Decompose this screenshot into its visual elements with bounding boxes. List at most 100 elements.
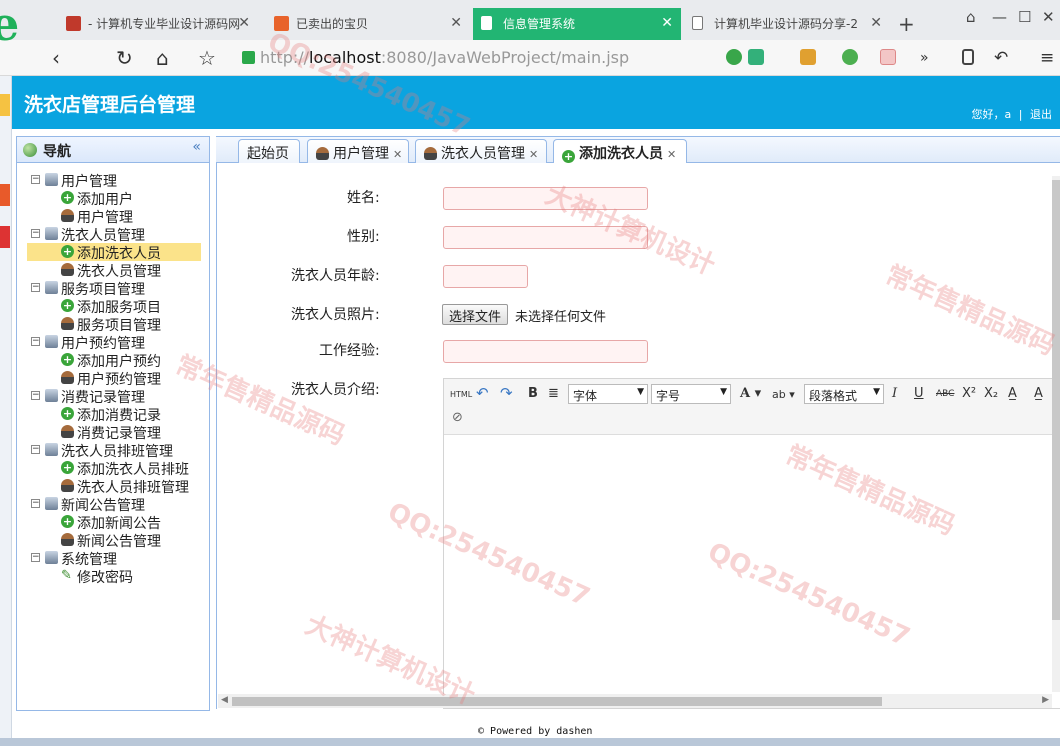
bold-icon[interactable]: B (528, 386, 538, 401)
close-icon[interactable]: ✕ (661, 15, 673, 31)
clear-format-icon[interactable]: ≣ (548, 386, 559, 401)
superscript-icon[interactable]: X² (962, 386, 976, 401)
browser-tab-1[interactable]: - 计算机专业毕业设计源码网 ✕ (58, 8, 258, 40)
apps-icon[interactable] (800, 49, 816, 65)
nav-item[interactable]: + 添加洗衣人员排班 (17, 459, 209, 478)
vertical-scrollbar[interactable] (1052, 176, 1060, 692)
sidebar-app-icon[interactable] (0, 226, 10, 248)
nav-item[interactable]: 洗衣人员管理 (17, 261, 209, 280)
collapse-toggle-icon[interactable]: − (31, 553, 40, 562)
more-icon[interactable]: » (920, 50, 929, 66)
collapse-toggle-icon[interactable]: − (31, 337, 40, 346)
scrollbar-thumb[interactable] (1052, 180, 1060, 620)
link-icon[interactable]: ⊘ (452, 410, 463, 425)
nav-item[interactable]: + 添加新闻公告 (17, 513, 209, 532)
nav-group[interactable]: − 用户管理 (17, 171, 209, 190)
sidebar-app-icon[interactable] (0, 94, 10, 116)
italic-icon[interactable]: I (892, 386, 897, 401)
nav-item[interactable]: + 添加用户 (17, 189, 209, 208)
logout-link[interactable]: 退出 (1030, 108, 1052, 121)
collapse-toggle-icon[interactable]: − (31, 175, 40, 184)
tab-home[interactable]: 起始页 (238, 139, 300, 164)
redo-icon[interactable]: ↷ (500, 384, 513, 402)
lightning-icon[interactable] (748, 49, 764, 65)
collapse-toggle-icon[interactable]: − (31, 499, 40, 508)
nav-item[interactable]: + 添加消费记录 (17, 405, 209, 424)
collapse-toggle-icon[interactable]: − (31, 445, 40, 454)
close-icon[interactable]: ✕ (238, 15, 250, 31)
skin-icon[interactable]: ⌂ (966, 8, 976, 26)
tab-add-washer[interactable]: + 添加洗衣人员 ✕ (553, 139, 687, 165)
name-input[interactable] (443, 187, 648, 210)
scroll-left-icon[interactable]: ◀ (221, 695, 228, 705)
nav-item[interactable]: 消费记录管理 (17, 423, 209, 442)
extension-icon[interactable] (726, 49, 742, 65)
nav-item-label: 添加洗衣人员排班 (77, 462, 189, 478)
nav-item[interactable]: 服务项目管理 (17, 315, 209, 334)
url-input[interactable]: http://localhost:8080/JavaWebProject/mai… (236, 45, 716, 71)
font-select[interactable]: 字体 ▼ (568, 384, 648, 404)
strikethrough-icon[interactable]: ABC (936, 389, 954, 399)
translate-icon[interactable] (880, 49, 896, 65)
tab-washer-mgmt[interactable]: 洗衣人员管理 ✕ (415, 139, 547, 164)
tab-user-mgmt[interactable]: 用户管理 ✕ (307, 139, 409, 164)
nav-item[interactable]: 新闻公告管理 (17, 531, 209, 550)
size-select[interactable]: 字号 ▼ (651, 384, 731, 404)
experience-input[interactable] (443, 340, 648, 363)
nav-group[interactable]: − 服务项目管理 (17, 279, 209, 298)
home-icon[interactable]: ⌂ (156, 46, 169, 70)
nav-group[interactable]: − 洗衣人员排班管理 (17, 441, 209, 460)
sex-input[interactable] (443, 226, 648, 249)
nav-item[interactable]: + 添加洗衣人员 (27, 243, 201, 262)
nav-group[interactable]: − 系统管理 (17, 549, 209, 568)
undo-icon[interactable]: ↶ (476, 384, 489, 402)
choose-file-button[interactable]: 选择文件 (442, 304, 509, 325)
nav-item[interactable]: 用户管理 (17, 207, 209, 226)
font-size-up-icon[interactable]: A̲ (1008, 386, 1017, 401)
undo-icon[interactable]: ↶ (994, 48, 1008, 68)
nav-item[interactable]: ✎ 修改密码 (17, 567, 209, 586)
menu-icon[interactable]: ≡ (1040, 48, 1054, 68)
html-source-icon[interactable]: HTML (450, 390, 472, 399)
underline-icon[interactable]: U (914, 386, 924, 401)
tablet-icon[interactable] (962, 49, 974, 65)
window-close-icon[interactable]: ✕ (1042, 8, 1055, 26)
nav-item[interactable]: 洗衣人员排班管理 (17, 477, 209, 496)
nav-group[interactable]: − 消费记录管理 (17, 387, 209, 406)
nav-group[interactable]: − 用户预约管理 (17, 333, 209, 352)
close-icon[interactable]: ✕ (667, 148, 676, 161)
browser-tab-2[interactable]: 已卖出的宝贝 ✕ (266, 8, 470, 40)
browser-tab-active[interactable]: 信息管理系统 ✕ (473, 8, 681, 40)
font-size-down-icon[interactable]: A̲ (1034, 386, 1043, 401)
security-icon[interactable] (842, 49, 858, 65)
nav-group[interactable]: − 新闻公告管理 (17, 495, 209, 514)
collapse-icon[interactable]: « (192, 139, 201, 155)
back-icon[interactable]: ‹ (52, 46, 60, 70)
nav-group[interactable]: − 洗衣人员管理 (17, 225, 209, 244)
nav-item[interactable]: 用户预约管理 (17, 369, 209, 388)
minimize-icon[interactable]: — (992, 8, 1007, 26)
close-icon[interactable]: ✕ (450, 15, 462, 31)
scroll-right-icon[interactable]: ▶ (1042, 695, 1049, 705)
close-icon[interactable]: ✕ (393, 148, 402, 161)
collapse-toggle-icon[interactable]: − (31, 283, 40, 292)
collapse-toggle-icon[interactable]: − (31, 391, 40, 400)
age-input[interactable] (443, 265, 528, 288)
nav-item[interactable]: + 添加用户预约 (17, 351, 209, 370)
nav-item[interactable]: + 添加服务项目 (17, 297, 209, 316)
collapse-toggle-icon[interactable]: − (31, 229, 40, 238)
maximize-icon[interactable]: ☐ (1018, 8, 1031, 26)
close-icon[interactable]: ✕ (529, 148, 538, 161)
scrollbar-thumb[interactable] (232, 697, 882, 706)
sidebar-app-icon[interactable] (0, 184, 10, 206)
subscript-icon[interactable]: X₂ (984, 386, 998, 401)
browser-tab-4[interactable]: 计算机毕业设计源码分享-2 ✕ (684, 8, 890, 40)
bookmark-star-icon[interactable]: ☆ (198, 46, 216, 70)
font-color-icon[interactable]: A ▾ (740, 386, 761, 401)
paragraph-select[interactable]: 段落格式 ▼ (804, 384, 884, 404)
horizontal-scrollbar[interactable]: ◀ ▶ (218, 694, 1052, 708)
new-tab-icon[interactable]: + (898, 12, 915, 36)
highlight-icon[interactable]: ab ▾ (772, 388, 795, 401)
close-icon[interactable]: ✕ (870, 15, 882, 31)
reload-icon[interactable]: ↻ (116, 46, 133, 70)
